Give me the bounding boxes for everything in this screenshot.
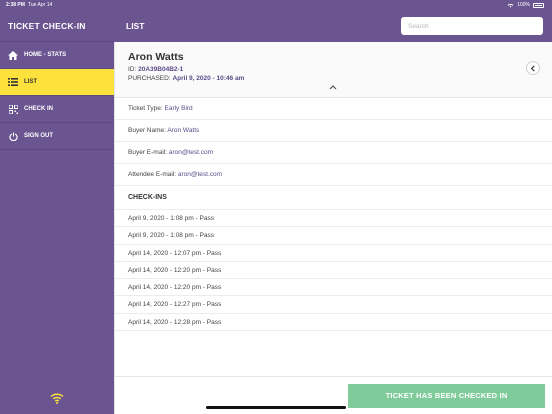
search-input[interactable] [401,17,543,35]
home-icon [8,50,18,60]
checkin-item: April 14, 2020 - 12:20 pm - Pass [115,279,552,297]
app-title: TICKET CHECK-IN [0,10,114,42]
page-title: LIST [126,21,145,31]
checked-in-status-button[interactable]: TICKET HAS BEEN CHECKED IN [348,384,545,408]
ticket-id-label: ID: [128,66,137,73]
chevron-up-icon[interactable] [329,84,337,90]
connection-wifi-icon [50,393,64,404]
row-label: Ticket Type: [128,105,163,112]
checkin-item: April 14, 2020 - 12:20 pm - Pass [115,262,552,280]
checkins-heading: CHECK-INS [115,186,552,210]
sidebar-item-label: SIGN OUT [24,133,54,139]
power-icon [8,131,18,141]
sidebar-item-label: HOME - STATS [24,52,67,58]
purchase-date-label: PURCHASED: [128,75,171,82]
ticket-id: ID: 20A39B04B2-1 [128,66,183,73]
battery-icon [533,2,544,8]
sidebar: TICKET CHECK-IN HOME - STATS LIST CHECK … [0,10,114,414]
purchase-date-value: April 9, 2020 - 10:46 am [172,75,245,82]
attendee-email-row: Attendee E-mail: aron@test.com [115,164,552,186]
checkin-item: April 14, 2020 - 12:28 pm - Pass [115,314,552,332]
sidebar-item-label: CHECK IN [24,106,54,112]
home-indicator[interactable] [206,406,346,409]
ticket-type-row: Ticket Type: Early Bird [115,98,552,120]
checkin-item: April 9, 2020 - 1:08 pm - Pass [115,227,552,245]
purchase-date: PURCHASED: April 9, 2020 - 10:46 am [128,75,244,82]
buyer-name-row: Buyer Name: Aron Watts [115,120,552,142]
row-value: aron@test.com [177,171,223,178]
chevron-left-icon [530,64,535,72]
qr-icon [8,104,18,114]
status-date: Tue Apr 14 [28,2,53,8]
back-button[interactable] [526,61,540,75]
battery-percent: 100% [517,2,530,8]
ticket-header: Aron Watts ID: 20A39B04B2-1 PURCHASED: A… [115,42,552,98]
top-bar: LIST [114,10,552,42]
sidebar-item-sign-out[interactable]: SIGN OUT [0,123,114,150]
checkin-item: April 14, 2020 - 12:27 pm - Pass [115,296,552,314]
status-time: 2:38 PM [6,2,25,8]
sidebar-item-home-stats[interactable]: HOME - STATS [0,42,114,69]
ticket-id-value: 20A39B04B2-1 [138,66,184,73]
checkin-item: April 9, 2020 - 1:08 pm - Pass [115,210,552,228]
row-label: Buyer Name: [128,127,166,134]
ticket-detail: Aron Watts ID: 20A39B04B2-1 PURCHASED: A… [114,42,552,414]
row-value: aron@test.com [168,149,213,156]
buyer-email-row: Buyer E-mail: aron@test.com [115,142,552,164]
sidebar-item-list[interactable]: LIST [0,69,114,96]
row-label: Attendee E-mail: [128,171,177,178]
status-indicators: 100% [507,0,544,10]
checkin-item: April 14, 2020 - 12:07 pm - Pass [115,245,552,262]
list-icon [8,77,18,87]
row-label: Buyer E-mail: [128,149,168,156]
sidebar-item-label: LIST [24,79,37,85]
buyer-name-heading: Aron Watts [128,51,184,63]
sidebar-item-check-in[interactable]: CHECK IN [0,96,114,123]
row-value: Early Bird [164,105,193,112]
wifi-status-icon [507,3,514,7]
status-bar: 2:38 PM Tue Apr 14 100% [0,0,552,10]
row-value: Aron Watts [167,127,200,134]
